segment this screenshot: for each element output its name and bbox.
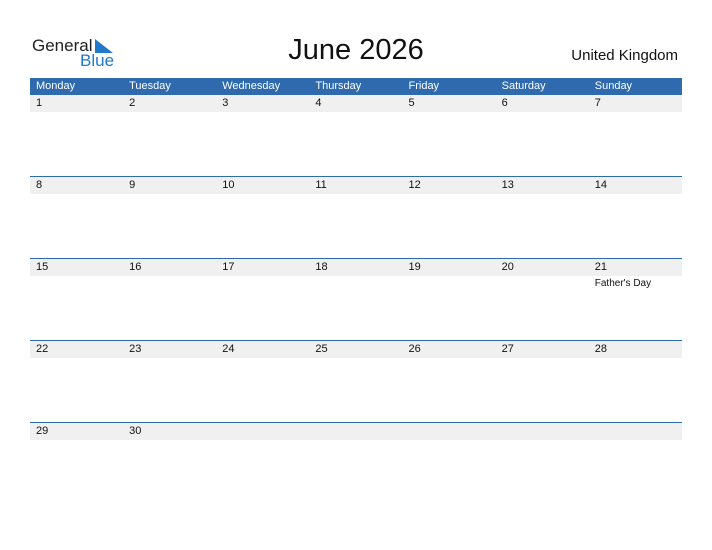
day-number: 4 — [315, 97, 322, 109]
day-number: 1 — [36, 97, 43, 109]
day-number: 11 — [315, 179, 327, 191]
day-number — [403, 423, 496, 440]
day-number: 10 — [222, 179, 235, 191]
holiday-label — [30, 112, 123, 114]
day-number — [496, 423, 589, 440]
holiday-label — [589, 440, 682, 442]
holiday-label — [309, 358, 402, 360]
date-row: 22 23 24 25 26 27 28 — [30, 341, 682, 358]
holiday-label — [403, 440, 496, 442]
holiday-label: Father's Day — [594, 278, 652, 289]
weekday-label: Thursday — [315, 80, 362, 92]
weekday-label: Friday — [408, 80, 440, 92]
holiday-label — [589, 194, 682, 196]
day-number: 24 — [222, 343, 235, 355]
holiday-label — [403, 276, 496, 289]
holiday-label — [403, 358, 496, 360]
holiday-label — [216, 194, 309, 196]
day-number: 21 — [594, 261, 607, 273]
day-number: 8 — [36, 179, 43, 191]
holiday-label — [403, 112, 496, 114]
day-number: 12 — [408, 179, 421, 191]
day-number: 13 — [501, 179, 514, 191]
day-number: 22 — [36, 343, 49, 355]
day-number: 6 — [501, 97, 508, 109]
event-row — [30, 440, 682, 442]
date-row: 29 30 — [30, 423, 682, 440]
holiday-label — [30, 276, 123, 289]
week-row: 1 2 3 4 5 6 7 — [30, 95, 682, 176]
date-row: 15 16 17 18 19 20 21 — [30, 259, 682, 276]
day-number — [309, 423, 402, 440]
weekday-label: Saturday — [501, 80, 546, 92]
holiday-label — [309, 194, 402, 196]
event-row — [30, 358, 682, 360]
holiday-label — [589, 358, 682, 360]
holiday-label — [309, 112, 402, 114]
holiday-label — [496, 112, 589, 114]
day-number: 9 — [129, 179, 136, 191]
day-number: 2 — [129, 97, 136, 109]
calendar-grid: Monday Tuesday Wednesday Thursday Friday… — [30, 78, 682, 504]
day-number: 3 — [222, 97, 229, 109]
holiday-label — [123, 276, 216, 289]
weekday-label: Sunday — [594, 80, 633, 92]
holiday-label — [496, 358, 589, 360]
holiday-label — [309, 440, 402, 442]
week-row: 22 23 24 25 26 27 28 — [30, 340, 682, 422]
day-number: 16 — [129, 261, 142, 273]
day-number — [216, 423, 309, 440]
holiday-label — [123, 440, 216, 442]
holiday-label — [216, 276, 309, 289]
weekday-header: Monday Tuesday Wednesday Thursday Friday… — [30, 78, 682, 95]
day-number: 5 — [408, 97, 415, 109]
day-number: 25 — [315, 343, 328, 355]
holiday-label — [309, 276, 402, 289]
event-row — [30, 194, 682, 196]
holiday-label — [403, 194, 496, 196]
day-number: 18 — [315, 261, 328, 273]
day-number: 7 — [594, 97, 601, 109]
week-row: 15 16 17 18 19 20 21 Father's Day — [30, 258, 682, 340]
holiday-label — [216, 358, 309, 360]
holiday-label — [496, 440, 589, 442]
holiday-label — [30, 194, 123, 196]
holiday-label — [30, 358, 123, 360]
day-number: 14 — [594, 179, 607, 191]
holiday-label — [123, 112, 216, 114]
holiday-label — [216, 440, 309, 442]
day-number: 23 — [129, 343, 142, 355]
day-number: 30 — [129, 425, 142, 437]
holiday-label — [123, 194, 216, 196]
day-number — [589, 423, 682, 440]
date-row: 1 2 3 4 5 6 7 — [30, 95, 682, 112]
day-number: 29 — [36, 425, 49, 437]
holiday-label — [30, 440, 123, 442]
day-number: 19 — [408, 261, 421, 273]
week-row: 29 30 — [30, 422, 682, 504]
event-row: Father's Day — [30, 276, 682, 289]
day-number: 26 — [408, 343, 421, 355]
day-number: 15 — [36, 261, 49, 273]
holiday-label — [216, 112, 309, 114]
event-row — [30, 112, 682, 114]
day-number: 28 — [594, 343, 607, 355]
holiday-label — [496, 194, 589, 196]
holiday-label — [496, 276, 589, 289]
holiday-label — [123, 358, 216, 360]
weekday-label: Monday — [36, 80, 76, 92]
weekday-label: Wednesday — [222, 80, 281, 92]
day-number: 27 — [501, 343, 514, 355]
week-row: 8 9 10 11 12 13 14 — [30, 176, 682, 258]
date-row: 8 9 10 11 12 13 14 — [30, 177, 682, 194]
day-number: 17 — [222, 261, 235, 273]
holiday-label — [589, 112, 682, 114]
weekday-label: Tuesday — [129, 80, 171, 92]
country-label: United Kingdom — [571, 47, 678, 64]
day-number: 20 — [501, 261, 514, 273]
